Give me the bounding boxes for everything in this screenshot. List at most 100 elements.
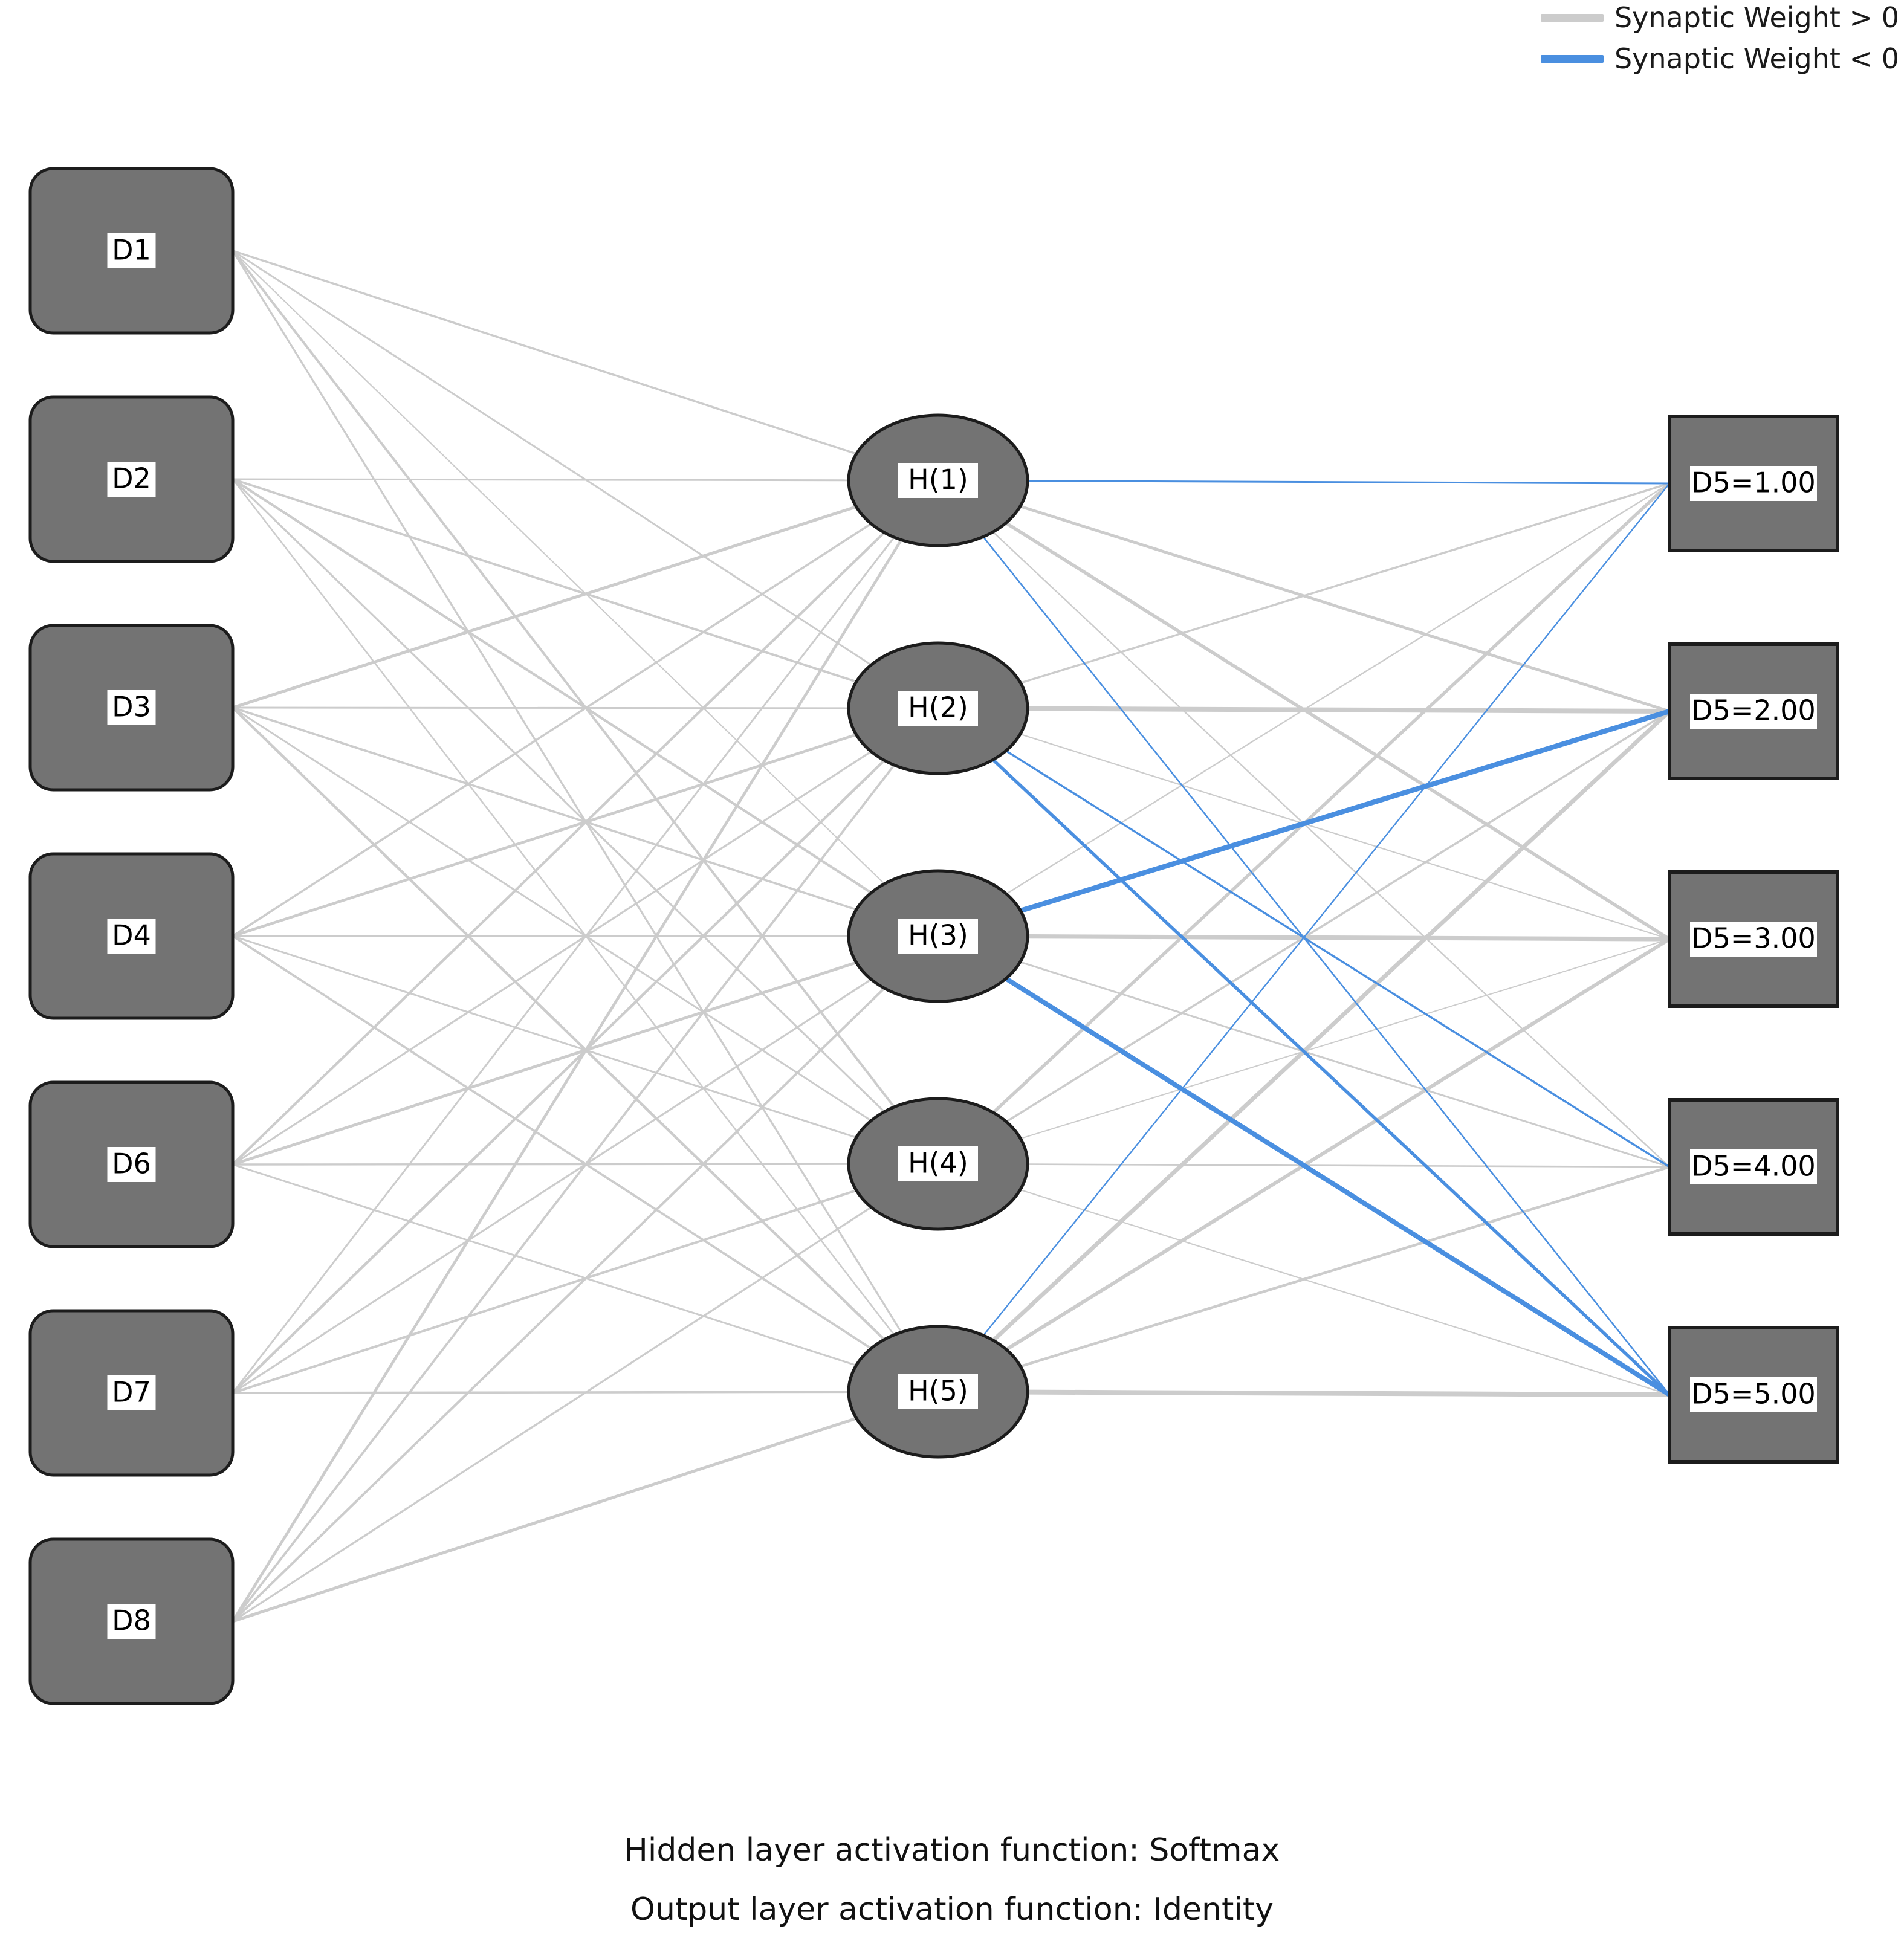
output-node-label: D5=2.00 xyxy=(1690,694,1817,729)
edge-H3-O1 xyxy=(1006,482,1670,895)
edge-H4-O2 xyxy=(1005,710,1670,1123)
output-node-O5[interactable]: D5=5.00 xyxy=(1668,1326,1839,1464)
output-node-label: D5=5.00 xyxy=(1690,1377,1817,1412)
input-node-D3[interactable]: D3 xyxy=(28,624,235,792)
input-node-label: D3 xyxy=(107,690,156,725)
node-label-text: D5=4.00 xyxy=(1691,1150,1816,1183)
output-node-label: D5=1.00 xyxy=(1690,466,1817,501)
node-label-text: D5=5.00 xyxy=(1691,1378,1816,1410)
input-node-label: D7 xyxy=(107,1375,156,1410)
node-label-text: D2 xyxy=(112,462,151,495)
input-node-label: D2 xyxy=(107,462,156,497)
input-node-D7[interactable]: D7 xyxy=(28,1309,235,1477)
edge-H2-O2 xyxy=(1027,706,1670,714)
node-label-text: H(5) xyxy=(908,1375,968,1407)
edge-H4-O3 xyxy=(1020,938,1670,1140)
node-label-text: H(3) xyxy=(908,919,968,952)
edge-H2-O1 xyxy=(1020,482,1670,684)
hidden-node-label: H(1) xyxy=(898,463,978,498)
input-node-D6[interactable]: D6 xyxy=(28,1080,235,1248)
edge-H5-O5 xyxy=(1027,1389,1670,1397)
edge-H2-O3 xyxy=(1020,733,1670,940)
edge-H4-O5 xyxy=(1020,1189,1670,1396)
edge-D1-H1 xyxy=(232,250,857,455)
edge-D2-H5 xyxy=(232,479,895,1336)
edge-H5-O3 xyxy=(1005,937,1671,1351)
hidden-node-H5[interactable]: H(5) xyxy=(847,1325,1029,1459)
legend-label-negative: Synaptic Weight < 0 xyxy=(1614,42,1899,75)
hidden-node-H3[interactable]: H(3) xyxy=(847,869,1029,1003)
edge-D2-H3 xyxy=(232,478,872,894)
edge-D7-H2 xyxy=(232,759,886,1394)
output-node-label: D5=3.00 xyxy=(1690,922,1817,957)
node-label-text: D3 xyxy=(112,691,151,723)
input-node-label: D8 xyxy=(107,1604,156,1639)
edge-H2-O5 xyxy=(991,758,1671,1396)
output-node-O3[interactable]: D5=3.00 xyxy=(1668,870,1839,1008)
network-diagram-canvas: D1 D2 D3 D4 D6 D7 D8 H(1) H(2) H(3) H(4) H(5) D5=1.0… xyxy=(0,0,1904,1938)
edge-D2-H4 xyxy=(232,478,886,1113)
edge-D4-H5 xyxy=(232,935,872,1350)
hidden-node-H4[interactable]: H(4) xyxy=(847,1097,1029,1231)
edge-D8-H5 xyxy=(232,1416,857,1623)
node-label-text: D6 xyxy=(112,1148,151,1180)
node-label-text: D4 xyxy=(112,919,151,952)
edge-H1-O5 xyxy=(982,536,1671,1395)
positive-weight-swatch xyxy=(1540,13,1604,22)
edge-D1-H3 xyxy=(232,250,885,885)
edge-D7-H5 xyxy=(232,1391,849,1394)
edge-D1-H5 xyxy=(232,250,902,1333)
edge-H1-O1 xyxy=(1027,480,1670,485)
hidden-node-label: H(3) xyxy=(898,919,978,954)
edge-H3-O2 xyxy=(1020,708,1671,914)
legend-item-negative: Synaptic Weight < 0 xyxy=(1540,42,1899,75)
node-label-text: H(4) xyxy=(908,1147,968,1180)
edge-D4-H1 xyxy=(232,523,872,937)
edge-D7-H1 xyxy=(232,537,895,1394)
input-node-D2[interactable]: D2 xyxy=(28,395,235,563)
edge-D3-H4 xyxy=(232,706,872,1122)
edge-H3-O3 xyxy=(1027,934,1670,942)
edge-H1-O2 xyxy=(1020,505,1670,713)
negative-weight-swatch xyxy=(1540,54,1604,63)
edge-H3-O4 xyxy=(1020,961,1670,1168)
output-node-O2[interactable]: D5=2.00 xyxy=(1668,642,1839,780)
edge-H1-O4 xyxy=(992,531,1670,1168)
hidden-node-H1[interactable]: H(1) xyxy=(847,413,1029,547)
hidden-node-label: H(2) xyxy=(898,691,978,726)
edge-D8-H3 xyxy=(232,987,886,1623)
output-node-O4[interactable]: D5=4.00 xyxy=(1668,1098,1839,1236)
input-node-D1[interactable]: D1 xyxy=(28,167,235,335)
input-node-label: D1 xyxy=(107,233,156,268)
edge-D2-H1 xyxy=(232,478,849,482)
edge-D8-H2 xyxy=(232,764,895,1623)
edge-D1-H4 xyxy=(232,250,895,1108)
node-label-text: D1 xyxy=(112,234,151,266)
input-node-D4[interactable]: D4 xyxy=(28,852,235,1020)
node-label-text: D8 xyxy=(112,1604,151,1637)
edge-D6-H3 xyxy=(232,961,857,1166)
hidden-node-label: H(4) xyxy=(898,1146,978,1181)
edge-H4-O4 xyxy=(1027,1163,1670,1168)
edge-D3-H5 xyxy=(232,706,886,1341)
edge-D6-H1 xyxy=(232,531,886,1166)
input-node-label: D4 xyxy=(107,919,156,954)
edge-D3-H1 xyxy=(232,505,857,709)
node-label-text: D5=2.00 xyxy=(1691,694,1816,727)
node-label-text: H(2) xyxy=(908,691,968,724)
legend-label-positive: Synaptic Weight > 0 xyxy=(1614,1,1899,34)
node-label-text: D5=3.00 xyxy=(1691,922,1816,955)
edge-D8-H1 xyxy=(232,539,903,1623)
hidden-node-H2[interactable]: H(2) xyxy=(847,641,1029,775)
node-label-text: D5=1.00 xyxy=(1691,467,1816,499)
node-label-text: D7 xyxy=(112,1376,151,1409)
output-activation-caption: Output layer activation function: Identi… xyxy=(630,1891,1274,1928)
input-node-label: D6 xyxy=(107,1147,156,1182)
network-graph: D1 D2 D3 D4 D6 D7 D8 H(1) H(2) H(3) H(4) H(5) D5=1.0… xyxy=(28,167,1839,1705)
edge-D7-H3 xyxy=(232,978,872,1394)
edge-H5-O1 xyxy=(983,483,1670,1336)
input-node-D8[interactable]: D8 xyxy=(28,1537,235,1705)
output-node-O1[interactable]: D5=1.00 xyxy=(1668,415,1839,552)
hidden-node-label: H(5) xyxy=(898,1374,978,1409)
edge-D7-H4 xyxy=(232,1189,857,1394)
